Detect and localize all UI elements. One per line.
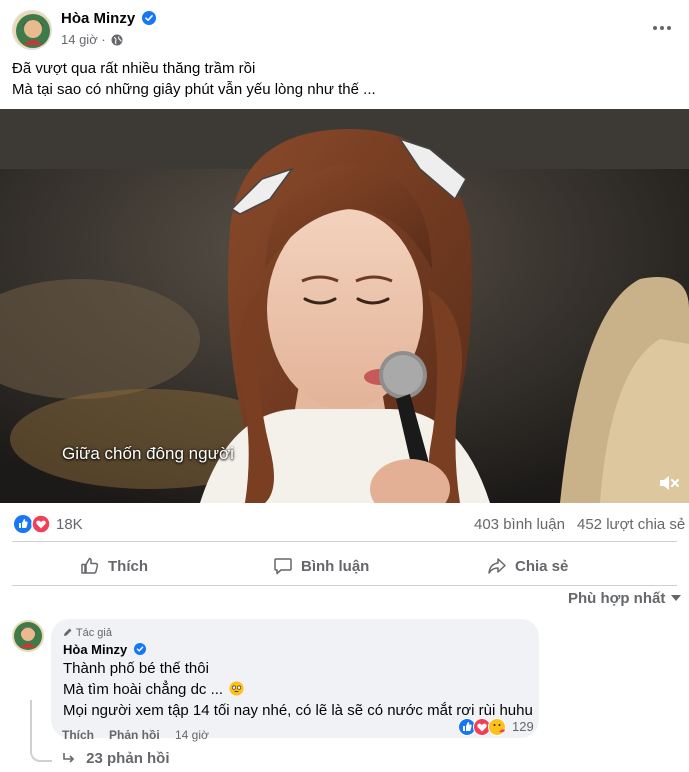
comment-sort-dropdown[interactable]: Phù hợp nhất: [568, 590, 682, 607]
reactions-icons[interactable]: [14, 514, 54, 534]
reply-arrow-icon: [63, 753, 75, 763]
post-stats: 18K 403 bình luận 452 lượt chia sẻ: [0, 512, 689, 536]
post-time-text[interactable]: 14 giờ: [61, 32, 98, 47]
like-icon: [458, 718, 476, 736]
comment-author-text[interactable]: Hòa Minzy: [63, 642, 127, 657]
view-replies-text[interactable]: 23 phản hồi: [86, 750, 169, 767]
globe-icon: [111, 34, 123, 46]
comment-count[interactable]: 403 bình luận: [474, 516, 565, 533]
comment-text-line: Mà tìm hoài chẳng dc ...: [63, 681, 244, 698]
comment-label: Bình luận: [301, 557, 370, 575]
post-video[interactable]: Giữa chốn đông người: [0, 109, 689, 503]
reply-thread-line: [30, 700, 52, 762]
divider: [12, 585, 677, 586]
like-label: Thích: [108, 557, 148, 575]
comment-like-button[interactable]: Thích: [62, 728, 94, 742]
comment-avatar[interactable]: [12, 620, 44, 652]
post-body: Đã vượt qua rất nhiều thăng trầm rồi Mà …: [12, 58, 376, 100]
comment-reactions[interactable]: [458, 717, 510, 737]
comment-button[interactable]: Bình luận: [273, 548, 369, 584]
comment-timestamp[interactable]: 14 giờ: [175, 728, 209, 742]
chevron-down-icon: [671, 595, 682, 601]
edit-icon: [64, 628, 72, 636]
share-label: Chia sẻ: [515, 557, 569, 575]
more-icon[interactable]: [648, 16, 676, 40]
comment-text-line: Thành phố bé thế thôi: [63, 660, 209, 677]
post-header: Hòa Minzy 14 giờ ·: [0, 0, 689, 56]
mute-icon[interactable]: [657, 471, 681, 495]
divider: [12, 541, 677, 542]
comment-reaction-count[interactable]: 129: [512, 719, 534, 734]
comment-icon: [274, 558, 292, 575]
comment-reply-button[interactable]: Phản hồi: [109, 728, 160, 742]
comment-author[interactable]: Hòa Minzy: [63, 642, 146, 657]
care-icon: [488, 718, 506, 736]
share-count[interactable]: 452 lượt chia sẻ: [577, 516, 685, 533]
author-badge: Tác giả: [63, 627, 112, 639]
post-text-line: Mà tại sao có những giây phút vẫn yếu lò…: [12, 81, 376, 98]
post-action-bar: Thích Bình luận Chia sẻ: [0, 548, 689, 584]
post-timestamp[interactable]: 14 giờ ·: [61, 32, 123, 47]
share-icon: [488, 558, 506, 574]
love-icon: [31, 514, 51, 534]
author-badge-text: Tác giả: [75, 627, 112, 639]
sort-label: Phù hợp nhất: [568, 590, 666, 607]
like-button[interactable]: Thích: [80, 548, 148, 584]
verified-icon: [142, 11, 157, 25]
teary-face-emoji-icon: [229, 681, 244, 696]
comment-text-line-text: Mà tìm hoài chẳng dc ...: [63, 681, 224, 698]
post-text-line: Đã vượt qua rất nhiều thăng trầm rồi: [12, 60, 256, 77]
reaction-count[interactable]: 18K: [56, 516, 83, 533]
like-icon: [81, 557, 99, 574]
author-name-text[interactable]: Hòa Minzy: [61, 10, 135, 27]
video-subtitle: Giữa chốn đông người: [62, 444, 234, 463]
verified-icon: [133, 643, 146, 655]
love-icon: [473, 718, 491, 736]
like-icon: [14, 515, 32, 533]
view-replies-link[interactable]: 23 phản hồi: [62, 750, 170, 767]
author-name[interactable]: Hòa Minzy: [61, 10, 157, 27]
author-avatar[interactable]: [12, 10, 52, 50]
share-button[interactable]: Chia sẻ: [487, 548, 568, 584]
